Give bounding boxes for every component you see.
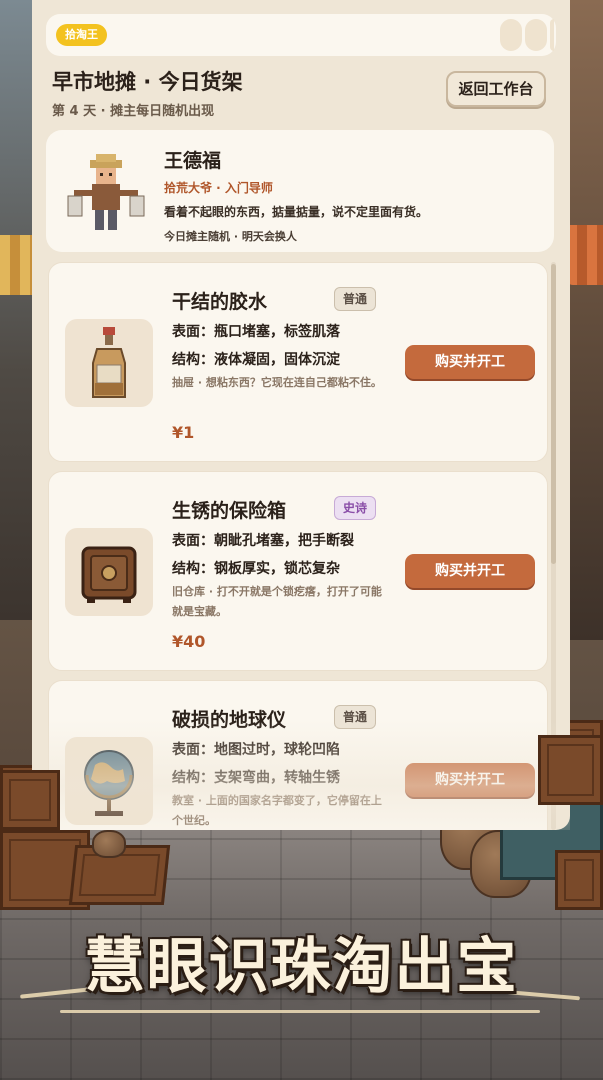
vendor-note: 今日摊主随机 · 明天会换人 — [164, 230, 297, 243]
app-badge: 拾淘王 — [56, 24, 107, 46]
rarity-badge: 史诗 — [334, 496, 377, 520]
item-image — [65, 319, 153, 407]
item-structure: 结构：支架弯曲，转轴生锈 — [172, 770, 340, 786]
vendor-avatar-icon — [67, 154, 145, 230]
list-item: 生锈的保险箱 史诗 表面：朝眦孔堵塞，把手断裂 结构：钢板厚实，锁芯复杂 旧仓库… — [48, 471, 548, 671]
item-structure: 结构：液体凝固，固体沉淀 — [172, 352, 340, 368]
item-name: 干结的胶水 — [172, 291, 268, 313]
item-list[interactable]: 干结的胶水 普通 表面：瓶口堵塞，标签肌落 结构：液体凝固，固体沉淀 抽屉 · … — [46, 262, 562, 830]
menu-capsule-icon[interactable] — [550, 19, 554, 51]
buy-and-work-button[interactable]: 购买并开工 — [405, 345, 535, 379]
scrollbar-thumb[interactable] — [551, 264, 556, 564]
wooden-crate — [538, 735, 603, 805]
menu-capsule-icon[interactable] — [500, 19, 522, 51]
glue-bottle-icon — [92, 327, 126, 398]
rarity-badge: 普通 — [334, 705, 377, 729]
item-price: ¥40 — [172, 632, 206, 651]
item-name: 破损的地球仪 — [172, 709, 287, 731]
back-to-workbench-button[interactable]: 返回工作台 — [446, 71, 546, 107]
rarity-badge: 普通 — [334, 287, 377, 311]
safe-icon — [81, 546, 137, 603]
top-bar: 拾淘王 — [46, 14, 556, 56]
page-subtitle: 第 4 天 · 摊主每日随机出现 — [52, 104, 215, 119]
item-name: 生锈的保险箱 — [172, 500, 287, 522]
list-item: 干结的胶水 普通 表面：瓶口堵塞，标签肌落 结构：液体凝固，固体沉淀 抽屉 · … — [48, 262, 548, 462]
item-surface: 表面：瓶口堵塞，标签肌落 — [172, 324, 340, 340]
item-price: ¥1 — [172, 423, 195, 442]
item-surface: 表面：地图过时，球轮凹陷 — [172, 742, 340, 758]
sack — [92, 830, 126, 858]
item-origin: 教室 · 上面的国家名字都变了，它停留在上个世纪。 — [172, 794, 382, 827]
item-surface: 表面：朝眦孔堵塞，把手断裂 — [172, 533, 354, 549]
item-structure: 结构：钢板厚实，锁芯复杂 — [172, 561, 340, 577]
wooden-crate — [555, 850, 603, 910]
list-item: 破损的地球仪 普通 表面：地图过时，球轮凹陷 结构：支架弯曲，转轴生锈 教室 ·… — [48, 680, 548, 830]
wooden-crate — [0, 770, 60, 830]
vendor-name: 王德福 — [164, 150, 222, 172]
item-origin: 抽屉 · 想粘东西？它现在连自己都粘不住。 — [172, 376, 382, 389]
vendor-card: 王德福 拾荒大爷 · 入门导师 看着不起眼的东西，掂量掂量，说不定里面有货。 今… — [46, 130, 554, 252]
buy-and-work-button[interactable]: 购买并开工 — [405, 554, 535, 588]
item-image — [65, 528, 153, 616]
shop-panel: 拾淘王 早市地摊 · 今日货架 第 4 天 · 摊主每日随机出现 返回工作台 王… — [32, 0, 570, 830]
right-awning — [567, 225, 603, 285]
vendor-role: 拾荒大爷 · 入门导师 — [164, 181, 273, 195]
vendor-description: 看着不起眼的东西，掂量掂量，说不定里面有货。 — [164, 205, 429, 219]
menu-capsule-icon[interactable] — [525, 19, 547, 51]
globe-icon — [84, 750, 134, 816]
item-origin: 旧仓库 · 打不开就是个锁疙瘩，打开了可能就是宝藏。 — [172, 585, 382, 618]
promo-slogan: 慧眼识珠淘出宝 — [84, 932, 519, 1002]
buy-and-work-button[interactable]: 购买并开工 — [405, 763, 535, 797]
page-title: 早市地摊 · 今日货架 — [52, 70, 243, 94]
swirl-decoration — [60, 1010, 540, 1013]
item-image — [65, 737, 153, 825]
